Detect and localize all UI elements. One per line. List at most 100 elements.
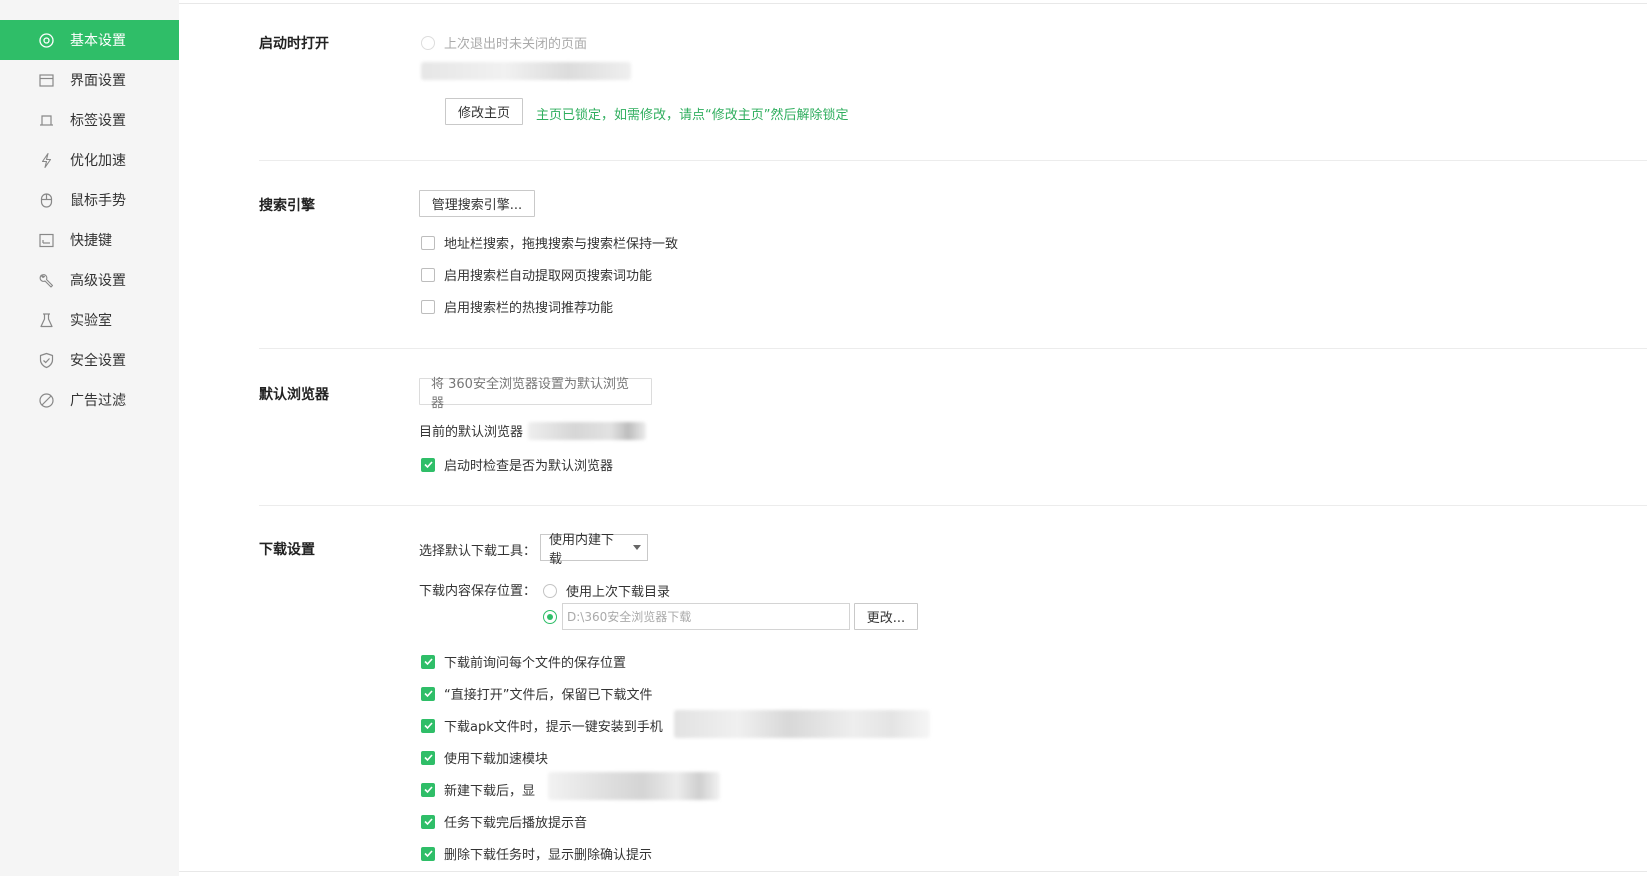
wrench-icon — [38, 272, 55, 289]
sidebar-item-label: 标签设置 — [70, 113, 126, 129]
sidebar-item-ad-filter[interactable]: 广告过滤 — [0, 380, 179, 420]
sidebar-item-label: 优化加速 — [70, 153, 126, 169]
sidebar-item-tab-settings[interactable]: 标签设置 — [0, 100, 179, 140]
download-tool-label: 选择默认下载工具： — [419, 544, 537, 559]
sidebar-item-label: 安全设置 — [70, 353, 126, 369]
current-default-label: 目前的默认浏览器 — [419, 425, 524, 440]
download-tool-select[interactable]: 使用内建下载 — [540, 533, 648, 567]
bottom-border — [179, 871, 1647, 872]
check-icon — [423, 818, 433, 826]
sidebar-item-label: 基本设置 — [70, 33, 126, 49]
redacted-homepage — [421, 62, 631, 80]
change-home-button[interactable]: 修改主页 — [445, 98, 523, 125]
check-icon — [423, 658, 433, 666]
sidebar-item-label: 高级设置 — [70, 273, 126, 289]
top-border — [179, 3, 1647, 4]
download-option-label: 使用下载加速模块 — [444, 752, 549, 767]
sidebar-item-shortcuts[interactable]: 快捷键 — [0, 220, 179, 260]
checkbox[interactable] — [421, 457, 435, 472]
download-path-input[interactable] — [562, 603, 850, 630]
download-option-label: 下载apk文件时，提示一键安装到手机 — [444, 720, 663, 735]
home-locked-note: 主页已锁定，如需修改，请点“修改主页”然后解除锁定 — [536, 108, 849, 123]
download-option-apk[interactable]: 下载apk文件时，提示一键安装到手机 — [421, 716, 663, 735]
sidebar-item-label: 快捷键 — [70, 233, 112, 249]
checkbox[interactable] — [421, 654, 435, 669]
download-option-sound[interactable]: 任务下载完后播放提示音 — [421, 812, 587, 831]
redacted-browser-name — [528, 422, 646, 440]
block-icon — [38, 392, 55, 409]
chevron-down-icon — [633, 545, 641, 550]
search-option-hot[interactable]: 启用搜索栏的热搜词推荐功能 — [421, 297, 613, 316]
sidebar-item-lab[interactable]: 实验室 — [0, 300, 179, 340]
use-last-dir-radio[interactable] — [543, 583, 557, 598]
mouse-icon — [38, 192, 55, 209]
shield-icon — [38, 352, 55, 369]
download-section-title: 下载设置 — [259, 542, 315, 558]
last-session-option[interactable]: 上次退出时未关闭的页面 — [421, 33, 587, 52]
manage-search-engines-button[interactable]: 管理搜索引擎... — [419, 190, 535, 217]
download-option-label: 下载前询问每个文件的保存位置 — [444, 656, 627, 671]
check-icon — [423, 850, 433, 858]
download-option-label: 删除下载任务时，显示删除确认提示 — [444, 848, 653, 863]
custom-dir-radio[interactable] — [543, 610, 557, 624]
check-default-on-start[interactable]: 启动时检查是否为默认浏览器 — [421, 455, 613, 474]
checkbox[interactable] — [421, 235, 435, 250]
checkbox[interactable] — [421, 267, 435, 282]
sidebar-item-security[interactable]: 安全设置 — [0, 340, 179, 380]
search-option-sync[interactable]: 地址栏搜索，拖拽搜索与搜索栏保持一致 — [421, 233, 678, 252]
checkbox[interactable] — [421, 750, 435, 765]
download-location-label: 下载内容保存位置： — [419, 584, 537, 599]
default-browser-section-title: 默认浏览器 — [259, 387, 329, 403]
checkbox[interactable] — [421, 846, 435, 861]
lightning-icon — [38, 152, 55, 169]
use-last-dir-option[interactable]: 使用上次下载目录 — [543, 581, 670, 600]
checkbox[interactable] — [421, 814, 435, 829]
redacted-apk-note — [674, 710, 930, 738]
sidebar-item-ui-settings[interactable]: 界面设置 — [0, 60, 179, 100]
search-option-label: 地址栏搜索，拖拽搜索与搜索栏保持一致 — [444, 237, 679, 252]
checkbox[interactable] — [421, 299, 435, 314]
check-default-label: 启动时检查是否为默认浏览器 — [444, 459, 614, 474]
sidebar-item-label: 实验室 — [70, 313, 112, 329]
search-option-extract[interactable]: 启用搜索栏自动提取网页搜索词功能 — [421, 265, 652, 284]
download-option-ask-location[interactable]: 下载前询问每个文件的保存位置 — [421, 652, 626, 671]
checkbox[interactable] — [421, 718, 435, 733]
change-download-path-button[interactable]: 更改... — [854, 603, 918, 630]
sidebar-item-label: 界面设置 — [70, 73, 126, 89]
use-last-dir-label: 使用上次下载目录 — [566, 585, 671, 600]
current-default-browser: 目前的默认浏览器 — [419, 421, 523, 440]
sidebar: 基本设置 界面设置 标签设置 优化加速 鼠标手势 快捷键 高级设置 实验室 安全… — [0, 0, 179, 876]
checkbox[interactable] — [421, 782, 435, 797]
download-option-accelerate[interactable]: 使用下载加速模块 — [421, 748, 548, 767]
download-option-keep-file[interactable]: “直接打开”文件后，保留已下载文件 — [421, 684, 652, 703]
sidebar-item-mouse-gestures[interactable]: 鼠标手势 — [0, 180, 179, 220]
sidebar-item-optimize[interactable]: 优化加速 — [0, 140, 179, 180]
sidebar-item-basic-settings[interactable]: 基本设置 — [0, 20, 179, 60]
section-divider — [259, 505, 1647, 506]
sidebar-item-advanced[interactable]: 高级设置 — [0, 260, 179, 300]
download-option-label: 新建下载后，显 — [444, 784, 536, 799]
flask-icon — [38, 312, 55, 329]
check-icon — [423, 754, 433, 762]
download-option-label: “直接打开”文件后，保留已下载文件 — [444, 688, 653, 703]
download-option-after-new[interactable]: 新建下载后，显 — [421, 780, 535, 799]
check-icon — [423, 722, 433, 730]
search-option-label: 启用搜索栏的热搜词推荐功能 — [444, 301, 614, 316]
last-session-label: 上次退出时未关闭的页面 — [444, 37, 588, 52]
set-default-browser-button[interactable]: 将 360安全浏览器设置为默认浏览器 — [419, 377, 652, 411]
startup-section-title: 启动时打开 — [259, 36, 329, 52]
section-divider — [259, 160, 1647, 161]
sidebar-item-label: 鼠标手势 — [70, 193, 126, 209]
last-session-radio[interactable] — [421, 35, 435, 50]
checkbox[interactable] — [421, 686, 435, 701]
check-icon — [423, 690, 433, 698]
settings-circle-icon — [38, 32, 55, 49]
download-option-delete-confirm[interactable]: 删除下载任务时，显示删除确认提示 — [421, 844, 652, 863]
redacted-after-new-note — [548, 772, 720, 800]
window-icon — [38, 72, 55, 89]
search-option-label: 启用搜索栏自动提取网页搜索词功能 — [444, 269, 653, 284]
sidebar-item-label: 广告过滤 — [70, 393, 126, 409]
download-tool-value: 使用内建下载 — [549, 532, 615, 567]
tab-icon — [38, 112, 55, 129]
search-section-title: 搜索引擎 — [259, 198, 315, 214]
